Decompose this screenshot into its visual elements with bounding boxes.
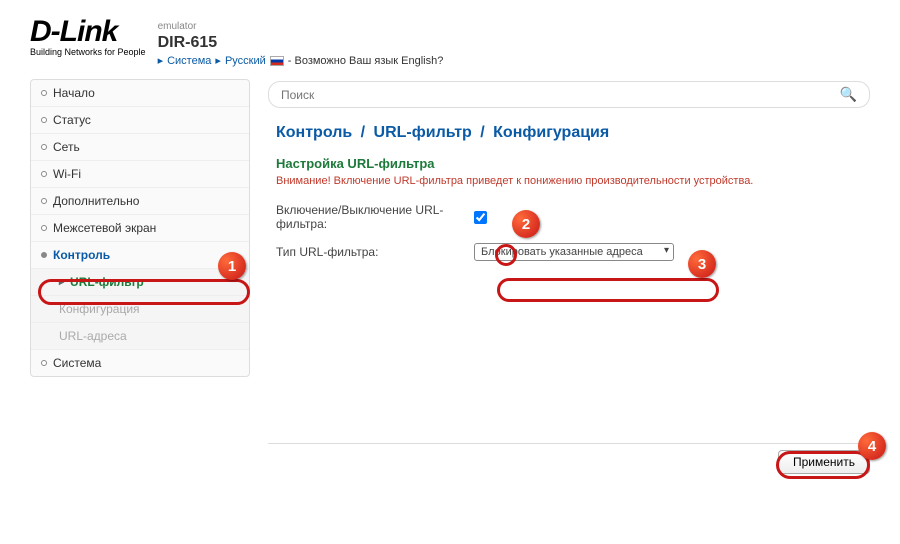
form-row-type: Тип URL-фильтра: Блокировать указанные а… xyxy=(276,243,870,261)
header-right: emulator DIR-615 ▸ Система ▸ Русский - В… xyxy=(158,15,444,67)
sidebar-item-firewall[interactable]: Межсетевой экран xyxy=(31,215,249,242)
footer-bar: Применить xyxy=(268,443,870,474)
main-content: 🔍 Контроль / URL-фильтр / Конфигурация Н… xyxy=(268,79,870,377)
model-label: DIR-615 xyxy=(158,34,444,52)
sidebar-item-network[interactable]: Сеть xyxy=(31,134,249,161)
logo-block: D-Link Building Networks for People xyxy=(30,15,146,57)
type-dropdown[interactable]: Блокировать указанные адреса xyxy=(474,243,674,261)
bullet-icon xyxy=(41,360,47,366)
sidebar-item-label: URL-адреса xyxy=(59,329,127,343)
sidebar-item-label: Дополнительно xyxy=(53,194,139,208)
slash-icon: / xyxy=(480,124,484,141)
search-input[interactable] xyxy=(281,88,840,102)
bullet-icon xyxy=(41,144,47,150)
sidebar-item-label: Начало xyxy=(53,86,95,100)
form-row-enable: Включение/Выключение URL-фильтра: xyxy=(276,203,870,231)
breadcrumb: Контроль / URL-фильтр / Конфигурация xyxy=(276,124,870,142)
logo: D-Link xyxy=(30,15,146,49)
breadcrumb-a[interactable]: Контроль xyxy=(276,124,352,141)
sidebar-item-label: Межсетевой экран xyxy=(53,221,156,235)
sidebar-item-label: URL-фильтр xyxy=(70,275,144,289)
sidebar-item-wifi[interactable]: Wi-Fi xyxy=(31,161,249,188)
lang-system-link[interactable]: Система xyxy=(167,55,211,67)
sidebar-item-label: Сеть xyxy=(53,140,80,154)
sidebar-item-control[interactable]: Контроль xyxy=(31,242,249,269)
sidebar-item-label: Статус xyxy=(53,113,91,127)
chevron-right-icon: ▸ xyxy=(158,54,164,67)
sidebar-item-label: Wi-Fi xyxy=(53,167,81,181)
chevron-right-icon: ▸ xyxy=(59,277,64,288)
sidebar-item-status[interactable]: Статус xyxy=(31,107,249,134)
sidebar-item-label: Система xyxy=(53,356,101,370)
slash-icon: / xyxy=(361,124,365,141)
warning-text: Внимание! Включение URL-фильтра приведет… xyxy=(276,175,870,187)
section-title: Настройка URL-фильтра xyxy=(276,156,870,171)
sidebar-item-label: Конфигурация xyxy=(59,302,140,316)
bullet-icon xyxy=(41,90,47,96)
sidebar-item-url-addresses[interactable]: URL-адреса xyxy=(31,323,249,350)
breadcrumb-b[interactable]: URL-фильтр xyxy=(374,124,472,141)
enable-label: Включение/Выключение URL-фильтра: xyxy=(276,203,466,231)
sidebar-item-label: Контроль xyxy=(53,248,110,262)
bullet-icon xyxy=(41,198,47,204)
bullet-icon xyxy=(41,225,47,231)
dropdown-value: Блокировать указанные адреса xyxy=(481,246,643,258)
flag-ru-icon xyxy=(270,56,284,66)
chevron-right-icon: ▸ xyxy=(215,54,221,67)
breadcrumb-c: Конфигурация xyxy=(493,124,609,141)
search-bar: 🔍 xyxy=(268,81,870,108)
bullet-icon xyxy=(41,171,47,177)
bullet-icon xyxy=(41,117,47,123)
bullet-icon xyxy=(41,252,47,258)
enable-checkbox[interactable] xyxy=(474,211,487,224)
sidebar-item-home[interactable]: Начало xyxy=(31,80,249,107)
search-icon[interactable]: 🔍 xyxy=(840,86,857,103)
apply-button[interactable]: Применить xyxy=(778,450,870,474)
lang-line: ▸ Система ▸ Русский - Возможно Ваш язык … xyxy=(158,54,444,67)
sidebar-item-configuration[interactable]: Конфигурация xyxy=(31,296,249,323)
sidebar-item-system[interactable]: Система xyxy=(31,350,249,376)
type-label: Тип URL-фильтра: xyxy=(276,245,466,259)
lang-question: - Возможно Ваш язык English? xyxy=(288,55,444,67)
sidebar: Начало Статус Сеть Wi-Fi Дополнительно М… xyxy=(30,79,250,377)
sidebar-item-url-filter[interactable]: ▸ URL-фильтр xyxy=(31,269,249,296)
lang-current-link[interactable]: Русский xyxy=(225,55,266,67)
tagline: Building Networks for People xyxy=(30,47,146,57)
sidebar-item-advanced[interactable]: Дополнительно xyxy=(31,188,249,215)
header: D-Link Building Networks for People emul… xyxy=(0,0,900,75)
emulator-label: emulator xyxy=(158,21,444,32)
